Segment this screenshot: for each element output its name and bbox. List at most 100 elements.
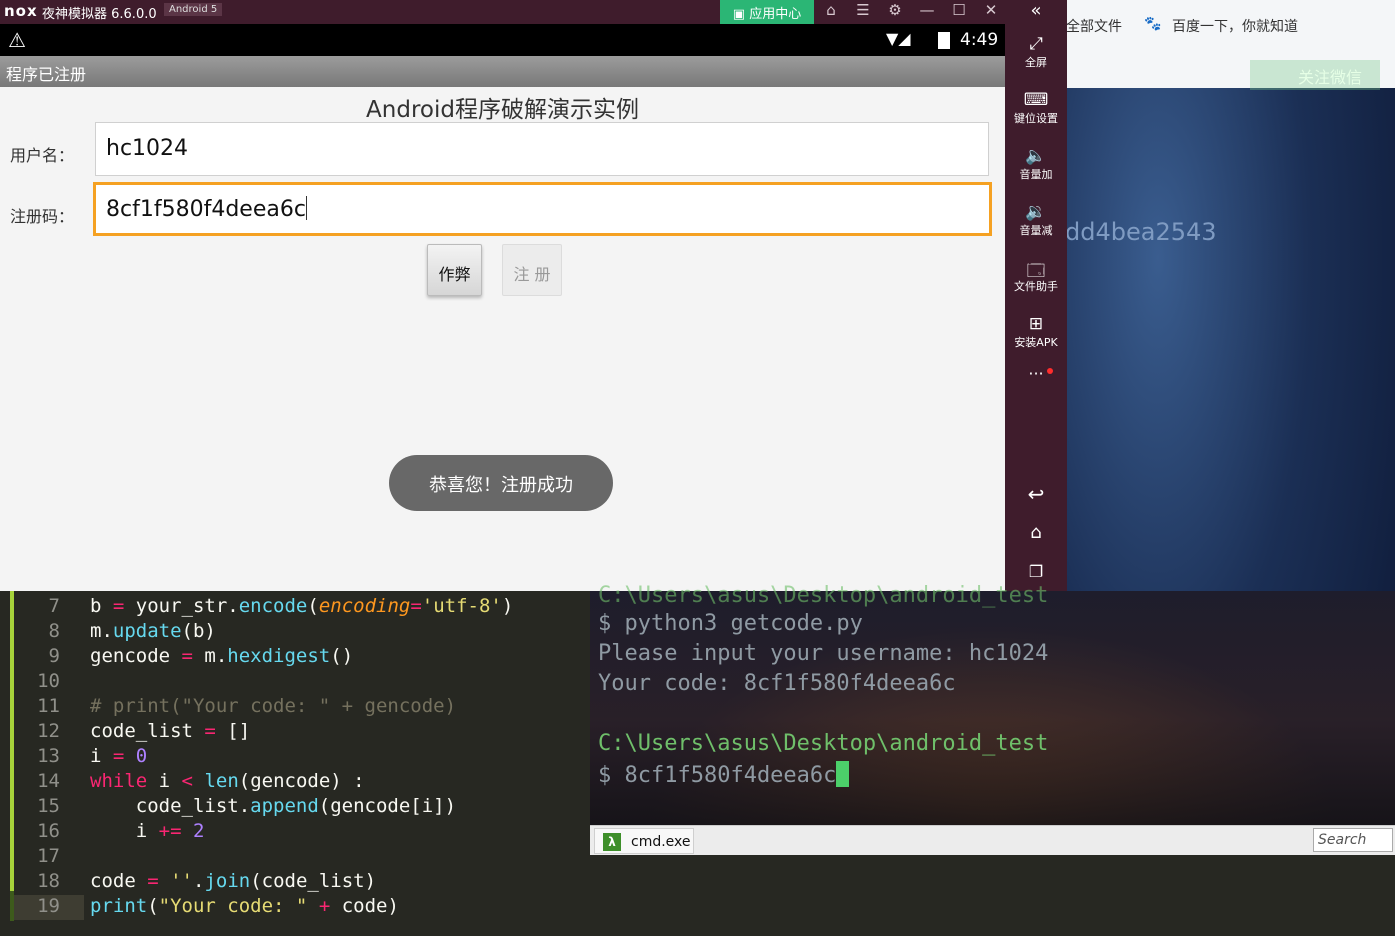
text-caret — [305, 196, 307, 220]
file-assistant-label: 文件助手 — [1014, 280, 1058, 293]
status-time: 4:49 — [960, 30, 999, 50]
username-value: hc1024 — [106, 136, 189, 161]
line-text: print("Your code: " + code) — [90, 895, 399, 917]
key-mapping-button[interactable]: ⌨ 键位设置 — [1005, 90, 1067, 126]
minimize-icon[interactable]: — — [916, 1, 938, 19]
username-field[interactable]: hc1024 — [95, 122, 989, 176]
line-text: i = 0 — [90, 745, 148, 767]
success-toast: 恭喜您！注册成功 — [389, 455, 613, 511]
line-number: 12 — [37, 720, 60, 742]
terminal-path: C:\Users\asus\Desktop\android_test — [598, 731, 1049, 756]
home-icon[interactable]: ⌂ — [1005, 522, 1067, 543]
fullscreen-button[interactable]: ⤢ 全屏 — [1005, 34, 1067, 70]
line-number: 17 — [37, 845, 60, 867]
settings-icon[interactable]: ⚙ — [884, 1, 906, 19]
close-icon[interactable]: ✕ — [980, 1, 1002, 19]
app-center-icon: ▣ — [732, 7, 750, 22]
volume-up-icon: 🔈 — [1025, 146, 1047, 166]
notification-dot — [1047, 368, 1053, 374]
cheat-button[interactable]: 作弊 — [427, 244, 482, 296]
line-number: 8 — [48, 620, 60, 642]
key-mapping-label: 键位设置 — [1014, 112, 1058, 125]
nox-logo: nox — [4, 2, 38, 20]
terminal-window[interactable]: C:\Users\asus\Desktop\android_test $ pyt… — [590, 583, 1395, 825]
line-number: 7 — [48, 595, 60, 617]
menu-icon[interactable]: ☰ — [852, 1, 874, 19]
fullscreen-label: 全屏 — [1025, 56, 1047, 69]
bookmark-baidu[interactable]: 百度一下，你就知道 — [1172, 16, 1298, 36]
terminal-input-line: $ 8cf1f580f4deea6c — [598, 761, 850, 788]
line-text: while i < len(gencode) : — [90, 770, 365, 792]
terminal-command: $ python3 getcode.py — [598, 611, 863, 636]
background-hash-text: dd4bea2543 — [1065, 218, 1217, 246]
android-status-bar: ⚠ ▼◢ 4:49 — [0, 24, 1005, 56]
code-value: 8cf1f580f4deea6c — [106, 197, 306, 222]
battery-icon — [938, 32, 950, 49]
volume-up-button[interactable]: 🔈 音量加 — [1005, 146, 1067, 182]
code-editor[interactable]: 7 b = your_str.encode(encoding='utf-8') 8… — [0, 591, 590, 936]
warning-icon: ⚠ — [8, 28, 26, 52]
cmd-tab-label: cmd.exe — [631, 834, 691, 850]
line-number: 14 — [37, 770, 60, 792]
baidu-icon: 🐾 — [1144, 16, 1162, 32]
line-number: 13 — [37, 745, 60, 767]
editor-continuation — [590, 855, 1395, 936]
line-text: gencode = m.hexdigest() — [90, 645, 354, 667]
volume-down-icon: 🔉 — [1025, 202, 1047, 222]
terminal-path-top: C:\Users\asus\Desktop\android_test — [598, 583, 1049, 608]
maximize-icon[interactable]: ☐ — [948, 1, 970, 19]
signal-icon: ▼◢ — [886, 29, 911, 48]
line-text: i += 2 — [90, 820, 205, 842]
fullscreen-icon: ⤢ — [1029, 34, 1043, 54]
app-center-button[interactable]: ▣ 应用中心 — [720, 0, 814, 24]
follow-wechat-button[interactable]: 关注微信 — [1250, 60, 1380, 90]
volume-down-button[interactable]: 🔉 音量减 — [1005, 202, 1067, 238]
username-label: 用户名： — [10, 146, 75, 165]
android-version-badge: Android 5 — [164, 3, 223, 16]
shirt-icon[interactable]: ⌂ — [820, 1, 842, 19]
install-apk-button[interactable]: ⊞ 安装APK — [1005, 314, 1067, 350]
more-button[interactable]: ··· — [1005, 364, 1067, 383]
line-text: code_list.append(gencode[i]) — [90, 795, 457, 817]
recents-icon[interactable]: ❐ — [1005, 562, 1067, 581]
emulator-title-bar: nox 夜神模拟器 6.6.0.0 Android 5 ▣ 应用中心 ⌂ ☰ ⚙… — [0, 0, 1067, 24]
app-heading: Android程序破解演示实例 — [366, 97, 639, 123]
line-text: # print("Your code: " + gencode) — [90, 695, 457, 717]
file-assistant-button[interactable]: 🗔 文件助手 — [1005, 258, 1067, 294]
line-text: code = ''.join(code_list) — [90, 870, 377, 892]
line-number: 15 — [37, 795, 60, 817]
cmd-tab[interactable]: λ cmd.exe — [594, 828, 694, 854]
terminal-input: $ 8cf1f580f4deea6c — [598, 763, 837, 788]
app-action-bar: 程序已注册 — [0, 56, 1005, 87]
code-label: 注册码： — [10, 207, 75, 226]
register-button[interactable]: 注 册 — [502, 244, 562, 296]
emulator-title: 夜神模拟器 6.6.0.0 — [42, 7, 157, 22]
terminal-output: Your code: 8cf1f580f4deea6c — [598, 671, 956, 696]
bookmark-files[interactable]: 全部文件 — [1066, 16, 1122, 36]
line-number: 10 — [37, 670, 60, 692]
back-icon[interactable]: ↩ — [1005, 482, 1067, 506]
apk-icon: ⊞ — [1028, 314, 1044, 334]
app-title: 程序已注册 — [6, 65, 87, 84]
terminal-cursor — [836, 761, 850, 787]
monitor-icon: 🗔 — [1026, 261, 1046, 281]
registration-code-field[interactable]: 8cf1f580f4deea6c — [93, 182, 992, 236]
lambda-icon: λ — [603, 833, 621, 851]
install-apk-label: 安装APK — [1014, 336, 1058, 349]
emulator-side-toolbar: « ⤢ 全屏 ⌨ 键位设置 🔈 音量加 🔉 音量减 🗔 文件助手 ⊞ 安装APK… — [1005, 0, 1067, 591]
line-number: 16 — [37, 820, 60, 842]
line-number: 9 — [48, 645, 60, 667]
line-number: 18 — [37, 870, 60, 892]
volume-down-label: 音量减 — [1019, 224, 1053, 237]
line-text: b = your_str.encode(encoding='utf-8') — [90, 595, 514, 617]
line-number: 11 — [37, 695, 60, 717]
collapse-icon[interactable]: « — [1005, 0, 1067, 21]
line-number: 19 — [37, 895, 60, 917]
terminal-tab-bar: λ cmd.exe Search — [590, 825, 1395, 855]
line-text: m.update(b) — [90, 620, 216, 642]
volume-up-label: 音量加 — [1019, 168, 1053, 181]
terminal-prompt: Please input your username: hc1024 — [598, 641, 1049, 666]
search-input[interactable]: Search — [1313, 828, 1393, 852]
app-center-label: 应用中心 — [749, 7, 802, 22]
line-text: code_list = [] — [90, 720, 251, 742]
